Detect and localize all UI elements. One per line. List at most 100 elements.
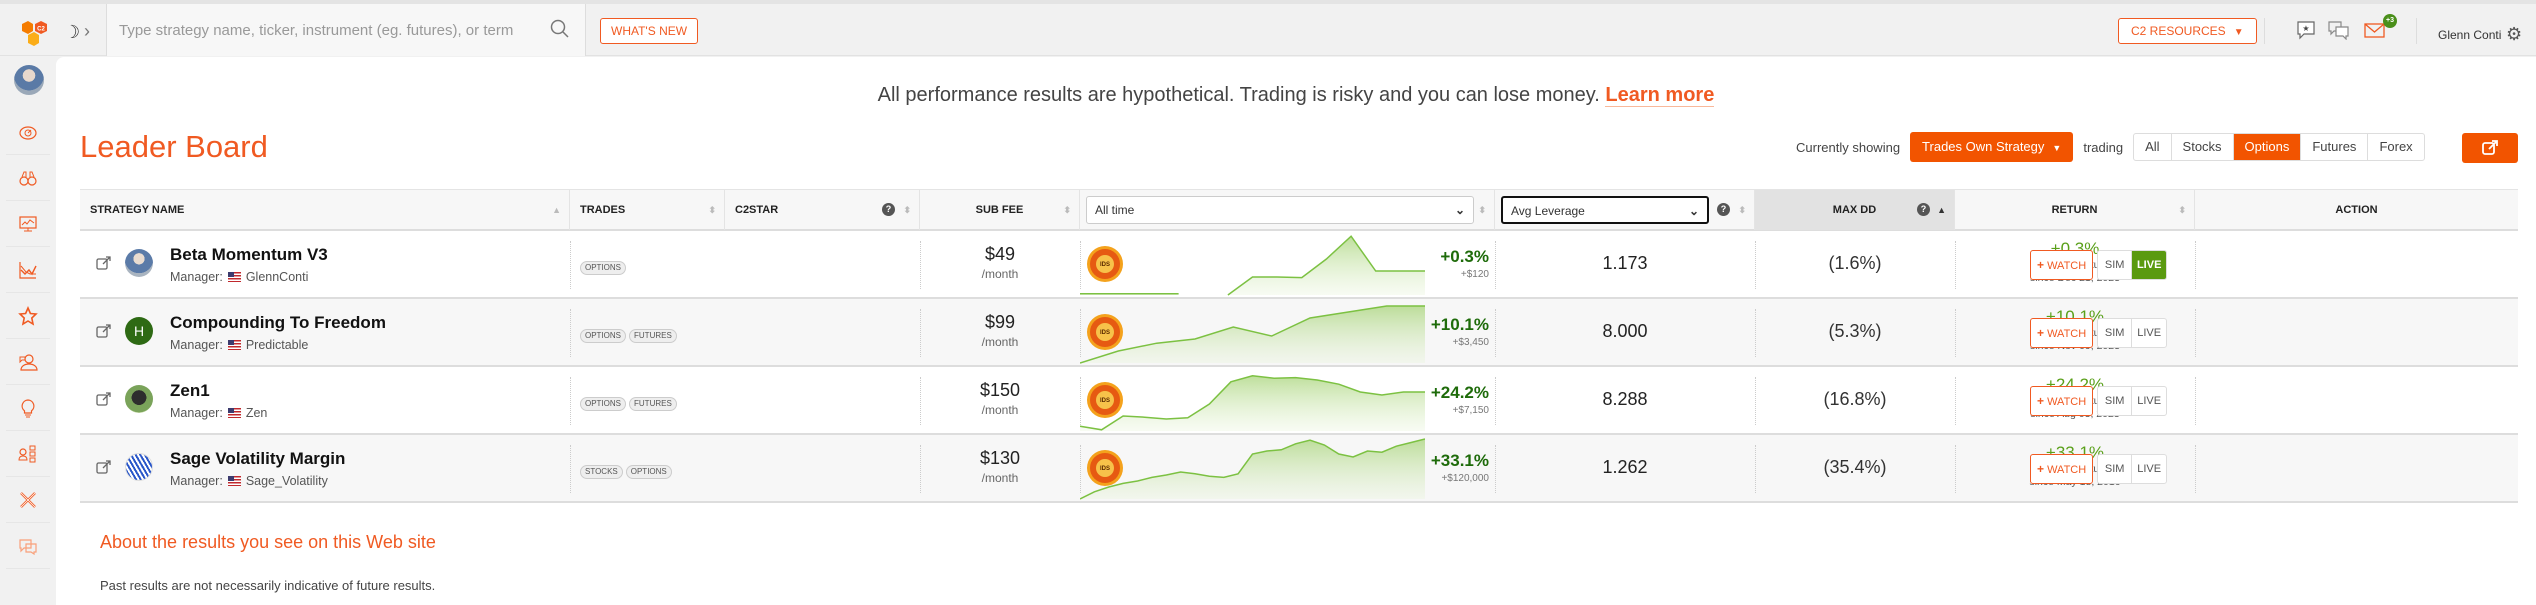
- watch-button[interactable]: + WATCH: [2030, 318, 2094, 348]
- period-return-usd: +$7,150: [1452, 405, 1489, 416]
- open-strategy-external-icon[interactable]: [96, 255, 112, 271]
- tab-options[interactable]: Options: [2233, 134, 2302, 160]
- tab-all[interactable]: All: [2134, 134, 2172, 160]
- open-strategy-external-icon[interactable]: [96, 323, 112, 339]
- table-row[interactable]: H Compounding To Freedom Manager: Predict…: [80, 299, 2518, 367]
- sidebar-item-managers[interactable]: [6, 431, 50, 477]
- user-name[interactable]: Glenn Conti: [2438, 28, 2501, 42]
- sidebar-item-discover[interactable]: [6, 155, 50, 201]
- search-icon[interactable]: [549, 18, 571, 40]
- help-icon[interactable]: ?: [882, 203, 895, 216]
- expand-sidebar-chevron-icon[interactable]: ›: [84, 21, 90, 42]
- strategy-name-link[interactable]: Zen1: [170, 381, 210, 401]
- period-return-usd: +$120: [1460, 269, 1489, 280]
- watch-button[interactable]: + WATCH: [2030, 250, 2094, 280]
- table-row[interactable]: Beta Momentum V3 Manager: GlennConti OPTI…: [80, 231, 2518, 299]
- tab-stocks[interactable]: Stocks: [2172, 134, 2234, 160]
- col-c2star[interactable]: C2STAR? ⬍: [725, 190, 920, 230]
- col-max-dd[interactable]: MAX DD? ▲: [1755, 190, 1955, 230]
- equity-sparkline[interactable]: [1080, 367, 1425, 433]
- svg-text:★: ★: [2302, 24, 2309, 33]
- sidebar-item-tools[interactable]: [6, 477, 50, 523]
- fee-period: /month: [981, 471, 1019, 485]
- lightbulb-icon: [21, 398, 35, 417]
- col-trades[interactable]: TRADES ⬍: [570, 190, 725, 230]
- c2-logo-icon[interactable]: C2: [14, 18, 54, 54]
- col-strategy-name-label: STRATEGY NAME: [90, 204, 185, 216]
- manager-name[interactable]: Predictable: [246, 338, 309, 352]
- sort-icon: ⬍: [1063, 205, 1071, 215]
- chat-icon[interactable]: [2328, 20, 2350, 40]
- user-avatar[interactable]: [14, 65, 44, 95]
- sim-button[interactable]: SIM: [2098, 319, 2133, 347]
- open-strategy-external-icon[interactable]: [96, 391, 112, 407]
- subscription-fee: $150 /month: [920, 367, 1080, 417]
- trades-tags: STOCKS OPTIONS: [580, 461, 675, 479]
- strategy-avatar[interactable]: H: [125, 317, 153, 345]
- whats-new-button[interactable]: WHAT'S NEW: [600, 18, 699, 44]
- live-button[interactable]: LIVE: [2132, 251, 2167, 279]
- strategy-avatar[interactable]: [125, 453, 153, 481]
- help-icon[interactable]: ?: [1917, 203, 1930, 216]
- sidebar-item-messages[interactable]: [6, 523, 50, 569]
- strategy-avatar[interactable]: [125, 385, 153, 413]
- ids-certified-medal-icon[interactable]: IDS: [1086, 381, 1124, 419]
- strategy-avatar[interactable]: [125, 249, 153, 277]
- sim-button[interactable]: SIM: [2098, 387, 2133, 415]
- manager-name[interactable]: Zen: [246, 406, 268, 420]
- sim-button[interactable]: SIM: [2098, 251, 2133, 279]
- leaderboard-table: STRATEGY NAME ▲ TRADES ⬍ C2STAR? ⬍ SUB FEE ⬍…: [80, 189, 2518, 503]
- strategy-filter-dropdown[interactable]: Trades Own Strategy ▼: [1910, 132, 2074, 162]
- watch-button[interactable]: + WATCH: [2030, 454, 2094, 484]
- max-drawdown-value: (5.3%): [1828, 321, 1882, 341]
- gear-icon[interactable]: ⚙: [2506, 24, 2522, 45]
- strategy-name-link[interactable]: Compounding To Freedom: [170, 313, 386, 333]
- tab-futures[interactable]: Futures: [2301, 134, 2369, 160]
- open-strategy-external-icon[interactable]: [96, 459, 112, 475]
- equity-sparkline[interactable]: [1080, 435, 1425, 501]
- max-drawdown-value: (16.8%): [1823, 389, 1887, 409]
- sidebar-item-favorites[interactable]: [6, 293, 50, 339]
- sidebar-item-charts[interactable]: [6, 247, 50, 293]
- svg-text:IDS: IDS: [1100, 330, 1110, 336]
- manager-name[interactable]: GlennConti: [246, 270, 309, 284]
- search-input[interactable]: [119, 18, 519, 42]
- live-button[interactable]: LIVE: [2132, 319, 2166, 347]
- help-icon[interactable]: ?: [1717, 203, 1730, 216]
- ids-certified-medal-icon[interactable]: IDS: [1086, 313, 1124, 351]
- table-row[interactable]: Zen1 Manager: Zen OPTIONS FUTURES $150 /mo…: [80, 367, 2518, 435]
- line-chart-icon: [19, 261, 37, 279]
- strategy-name-link[interactable]: Sage Volatility Margin: [170, 449, 345, 469]
- sim-button[interactable]: SIM: [2098, 455, 2133, 483]
- ids-certified-medal-icon[interactable]: IDS: [1086, 245, 1124, 283]
- watch-button[interactable]: + WATCH: [2030, 386, 2094, 416]
- tab-forex[interactable]: Forex: [2368, 134, 2423, 160]
- live-button[interactable]: LIVE: [2132, 387, 2166, 415]
- learn-more-link[interactable]: Learn more: [1605, 84, 1715, 107]
- export-button[interactable]: [2462, 133, 2518, 163]
- manager-name[interactable]: Sage_Volatility: [246, 474, 328, 488]
- trade-type-tag: STOCKS: [580, 465, 623, 479]
- search-bar: [106, 4, 586, 56]
- equity-sparkline[interactable]: [1080, 231, 1425, 297]
- period-select[interactable]: All time ⌄: [1086, 196, 1474, 224]
- table-row[interactable]: Sage Volatility Margin Manager: Sage_Vola…: [80, 435, 2518, 503]
- watch-label: WATCH: [2047, 260, 2087, 272]
- sidebar-item-dashboard[interactable]: [6, 109, 50, 155]
- dark-mode-toggle-icon[interactable]: ☽: [64, 22, 80, 43]
- svg-text:C2: C2: [37, 27, 45, 33]
- star-icon: [18, 305, 38, 326]
- c2-resources-dropdown[interactable]: C2 RESOURCES ▼: [2118, 18, 2257, 44]
- sidebar-item-community[interactable]: [6, 339, 50, 385]
- sidebar-item-monitor[interactable]: [6, 201, 50, 247]
- metric-select[interactable]: Avg Leverage ⌄: [1501, 196, 1709, 224]
- live-button[interactable]: LIVE: [2132, 455, 2166, 483]
- col-return[interactable]: RETURN ⬍: [1955, 190, 2195, 230]
- sidebar-item-ideas[interactable]: [6, 385, 50, 431]
- col-sub-fee[interactable]: SUB FEE ⬍: [920, 190, 1080, 230]
- equity-sparkline[interactable]: [1080, 299, 1425, 365]
- starred-comments-icon[interactable]: ★: [2296, 20, 2318, 40]
- ids-certified-medal-icon[interactable]: IDS: [1086, 449, 1124, 487]
- strategy-name-link[interactable]: Beta Momentum V3: [170, 245, 328, 265]
- col-strategy-name[interactable]: STRATEGY NAME ▲: [80, 190, 570, 230]
